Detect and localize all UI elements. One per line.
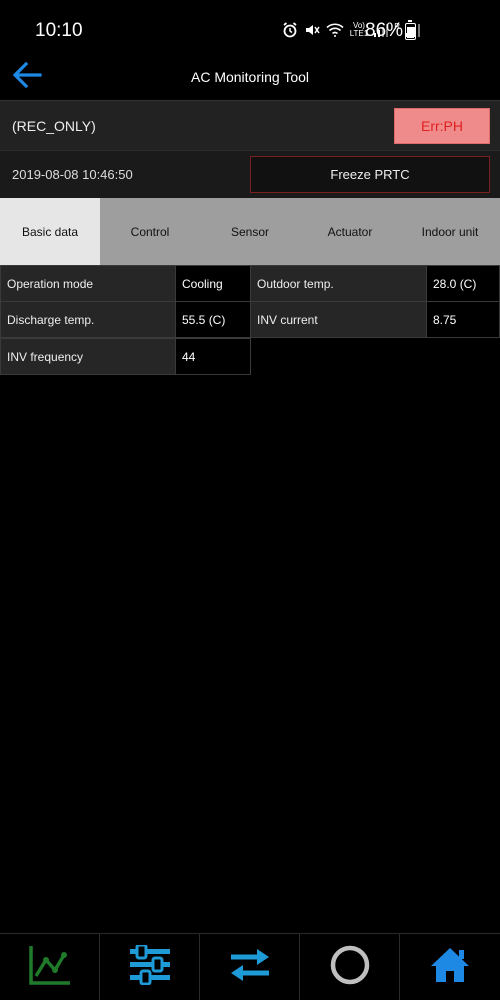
- timestamp: 2019-08-08 10:46:50: [12, 167, 133, 182]
- tab-control[interactable]: Control: [100, 198, 200, 265]
- operation-mode-label: Operation mode: [0, 265, 176, 302]
- battery-icon: [405, 20, 416, 40]
- nav-transfer-button[interactable]: [200, 934, 300, 1000]
- nav-home-button[interactable]: [400, 934, 500, 1000]
- nav-record-button[interactable]: [300, 934, 400, 1000]
- mode-row: (REC_ONLY) Err:PH: [0, 100, 500, 150]
- freeze-prtc-button[interactable]: Freeze PRTC: [250, 156, 490, 193]
- inv-frequency-value: 44: [175, 338, 251, 375]
- mode-label: (REC_ONLY): [12, 118, 96, 134]
- inv-current-value: 8.75: [426, 301, 500, 338]
- inv-frequency-label: INV frequency: [0, 338, 176, 375]
- line-chart-icon: [28, 944, 72, 991]
- inv-current-label: INV current: [250, 301, 427, 338]
- app-title: AC Monitoring Tool: [190, 69, 310, 85]
- app-bar: AC Monitoring Tool: [0, 58, 500, 100]
- tab-indoor-unit[interactable]: Indoor unit: [400, 198, 500, 265]
- error-button[interactable]: Err:PH: [394, 108, 490, 144]
- home-icon: [430, 947, 470, 988]
- outdoor-temp-value: 28.0 (C): [426, 265, 500, 302]
- tab-bar: Basic data Control Sensor Actuator Indoo…: [0, 198, 500, 265]
- tab-basic-data[interactable]: Basic data: [0, 198, 100, 265]
- nav-settings-button[interactable]: [100, 934, 200, 1000]
- bottom-navigation: [0, 933, 500, 1000]
- operation-mode-value: Cooling: [175, 265, 251, 302]
- sliders-icon: [129, 943, 171, 990]
- battery-percent: 86%: [365, 20, 404, 41]
- tab-actuator[interactable]: Actuator: [300, 198, 400, 265]
- discharge-temp-value: 55.5 (C): [175, 301, 251, 338]
- wifi-icon: [326, 23, 344, 37]
- mute-icon: [304, 22, 320, 38]
- timestamp-row: 2019-08-08 10:46:50 Freeze PRTC: [0, 150, 500, 198]
- circle-icon: [330, 945, 370, 990]
- discharge-temp-label: Discharge temp.: [0, 301, 176, 338]
- alarm-icon: [282, 22, 298, 38]
- status-bar: 10:10 Vo) LTE1 R 86%: [0, 0, 500, 58]
- tab-sensor[interactable]: Sensor: [200, 198, 300, 265]
- swap-arrows-icon: [229, 947, 271, 988]
- status-time: 10:10: [35, 20, 83, 41]
- outdoor-temp-label: Outdoor temp.: [250, 265, 427, 302]
- nav-chart-button[interactable]: [0, 934, 100, 1000]
